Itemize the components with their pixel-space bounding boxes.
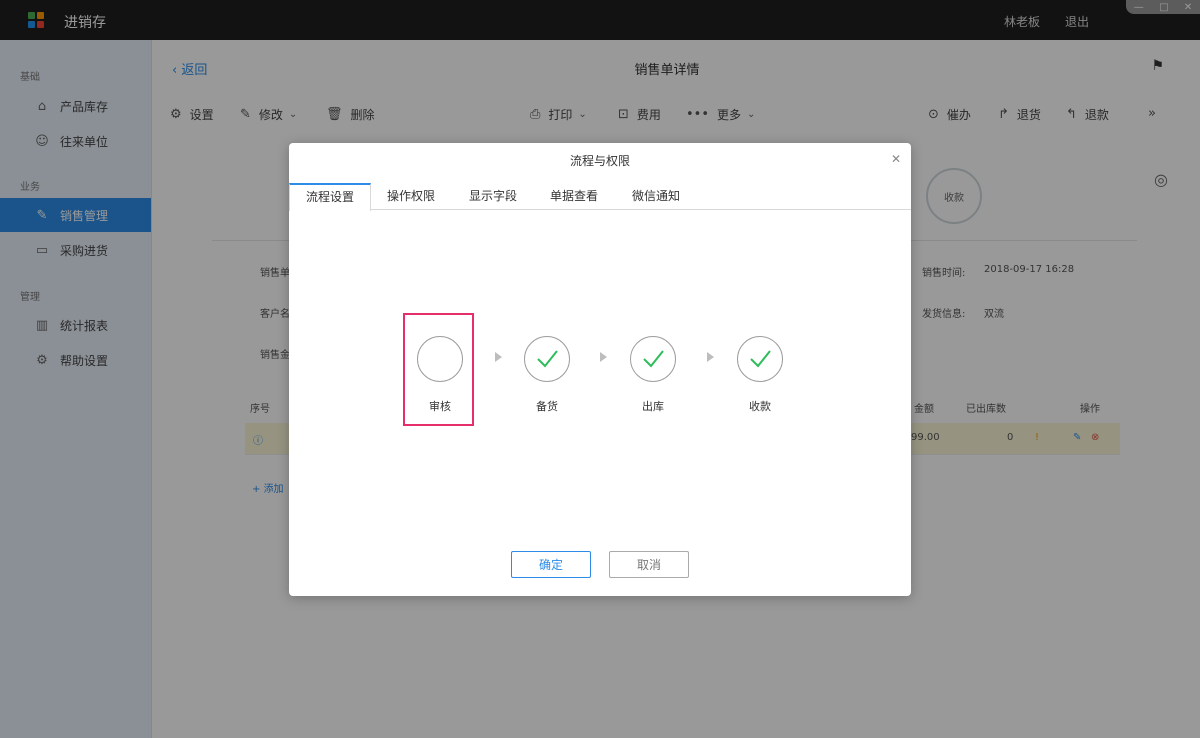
check-icon (750, 350, 771, 368)
tab-process-settings[interactable]: 流程设置 (289, 183, 371, 211)
step-circle-empty[interactable] (417, 336, 463, 382)
step-label: 出库 (642, 400, 664, 413)
step-circle-checked[interactable] (737, 336, 783, 382)
step-circle-checked[interactable] (524, 336, 570, 382)
dialog-title: 流程与权限 (569, 154, 630, 168)
step-label: 备货 (536, 400, 558, 413)
step-label: 审核 (429, 400, 451, 413)
step-circle-checked[interactable] (630, 336, 676, 382)
cancel-button[interactable]: 取消 (609, 551, 689, 578)
tab-display-fields[interactable]: 显示字段 (451, 183, 535, 210)
arrow-right-icon (600, 352, 607, 362)
tab-operation-permissions[interactable]: 操作权限 (371, 183, 451, 210)
step-label: 收款 (749, 400, 771, 413)
step-review[interactable]: 审核 (417, 336, 463, 413)
arrow-right-icon (707, 352, 714, 362)
process-permissions-dialog: 流程与权限 ✕ 流程设置 操作权限 显示字段 单据查看 微信通知 审核 备货 出… (289, 143, 911, 596)
confirm-button[interactable]: 确定 (511, 551, 591, 578)
check-icon (643, 350, 664, 368)
dialog-tabs: 流程设置 操作权限 显示字段 单据查看 微信通知 (289, 183, 911, 211)
step-prepare[interactable]: 备货 (524, 336, 570, 413)
tab-document-view[interactable]: 单据查看 (535, 183, 613, 210)
step-outbound[interactable]: 出库 (630, 336, 676, 413)
close-icon[interactable]: ✕ (891, 152, 901, 166)
check-icon (537, 350, 558, 368)
step-collect[interactable]: 收款 (737, 336, 783, 413)
tab-wechat-notify[interactable]: 微信通知 (613, 183, 699, 210)
arrow-right-icon (495, 352, 502, 362)
